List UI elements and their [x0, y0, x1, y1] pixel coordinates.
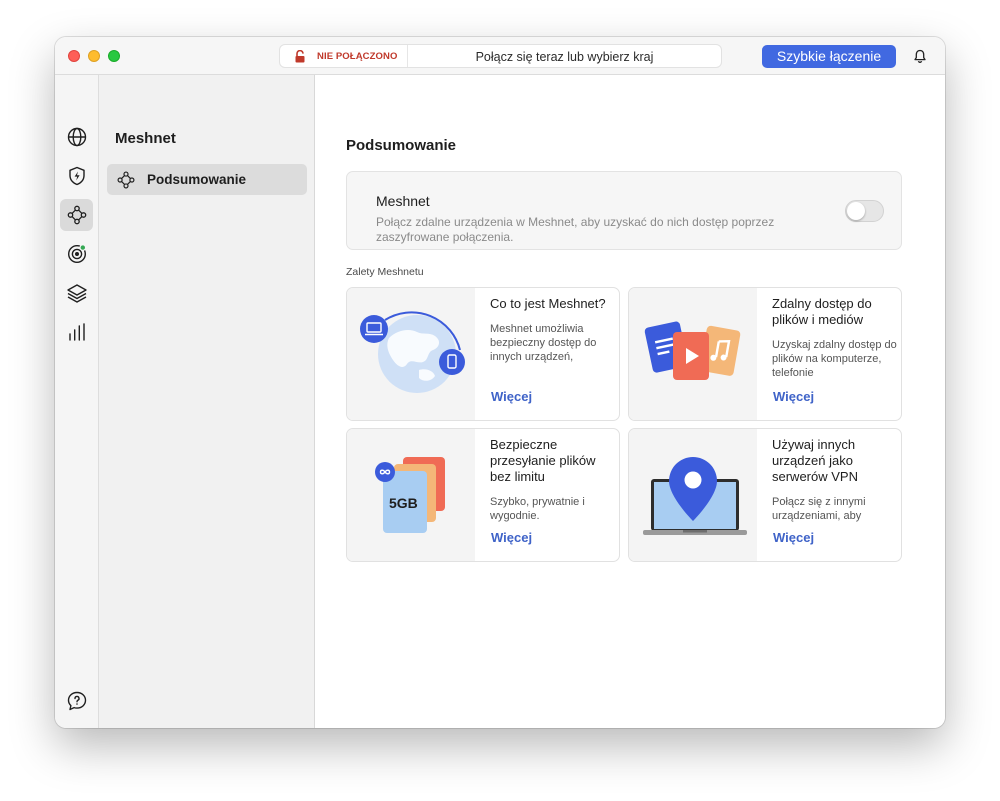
- feature-description: Połącz się z innymi urządzeniami, aby: [772, 496, 866, 522]
- sidebar-title: Meshnet: [115, 130, 176, 147]
- more-link[interactable]: Więcej: [773, 530, 814, 545]
- laptop-pin-illustration: [643, 457, 747, 535]
- feature-title: Używaj innych urządzeń jako serwerów VPN: [772, 437, 858, 484]
- meshnet-toggle[interactable]: [845, 200, 884, 222]
- media-files-illustration: [644, 321, 741, 380]
- title-bar: NIE POŁĄCZONO Połącz się teraz lub wybie…: [55, 37, 945, 75]
- page-title: Podsumowanie: [346, 137, 457, 154]
- globe-icon: [67, 127, 86, 147]
- unlocked-lock-icon: [295, 50, 305, 63]
- meshnet-card-description: Połącz zdalne urządzenia w Meshnet, aby …: [376, 215, 775, 244]
- secondary-sidebar: Meshnet Podsumowanie: [99, 75, 315, 728]
- feature-card-remote-access[interactable]: Zdalny dostęp do plików i mediów Uzyskaj…: [628, 287, 902, 421]
- feature-text: Co to jest Meshnet? Meshnet umożliwia be…: [490, 296, 615, 364]
- app-window: NIE POŁĄCZONO Połącz się teraz lub wybie…: [55, 37, 945, 728]
- feature-text: Bezpieczne przesyłanie plików bez limitu…: [490, 437, 615, 523]
- more-link[interactable]: Więcej: [491, 389, 532, 404]
- feature-text: Zdalny dostęp do plików i mediów Uzyskaj…: [772, 296, 897, 380]
- minimize-window-button[interactable]: [88, 50, 100, 62]
- meshnet-icon: [117, 171, 135, 189]
- section-label: Zalety Meshnetu: [346, 266, 424, 278]
- meshnet-toggle-card: Meshnet Połącz zdalne urządzenia w Meshn…: [346, 171, 902, 250]
- feature-description: Szybko, prywatnie i wygodnie.: [490, 496, 585, 522]
- more-link[interactable]: Więcej: [491, 530, 532, 545]
- bell-icon[interactable]: [913, 49, 927, 64]
- connect-prompt[interactable]: Połącz się teraz lub wybierz kraj: [408, 50, 721, 64]
- quick-connect-button[interactable]: Szybkie łączenie: [762, 45, 896, 68]
- feature-description: Meshnet umożliwia bezpieczny dostęp do i…: [490, 323, 597, 363]
- toggle-knob: [847, 202, 865, 220]
- feature-description: Uzyskaj zdalny dostęp do plików na kompu…: [772, 339, 897, 379]
- rail-help-button[interactable]: [60, 685, 93, 717]
- main-content: Podsumowanie Meshnet Połącz zdalne urząd…: [316, 75, 945, 728]
- sidebar-item-summary[interactable]: Podsumowanie: [107, 164, 307, 195]
- maximize-window-button[interactable]: [108, 50, 120, 62]
- stats-icon: [68, 323, 85, 341]
- feature-card-file-transfer[interactable]: 5GB Bezpieczne przesyłanie plików bez li…: [346, 428, 620, 562]
- layers-icon: [66, 284, 87, 303]
- feature-image: [629, 429, 757, 561]
- more-link[interactable]: Więcej: [773, 389, 814, 404]
- connection-status: NIE POŁĄCZONO: [317, 51, 398, 62]
- sidebar-item-label: Podsumowanie: [147, 172, 247, 187]
- feature-title: Co to jest Meshnet?: [490, 296, 606, 311]
- file-size-label: 5GB: [389, 495, 418, 511]
- meshnet-icon: [67, 205, 86, 225]
- help-icon: [67, 691, 86, 711]
- feature-image: 5GB: [347, 429, 475, 561]
- close-window-button[interactable]: [68, 50, 80, 62]
- globe-devices-illustration: [360, 311, 465, 393]
- rail-settings-button[interactable]: [60, 725, 93, 728]
- feature-text: Używaj innych urządzeń jako serwerów VPN…: [772, 437, 897, 523]
- target-icon: [67, 244, 86, 264]
- feature-title: Zdalny dostęp do plików i mediów: [772, 296, 872, 327]
- rail-globe-button[interactable]: [60, 121, 93, 153]
- feature-card-what-is-meshnet[interactable]: Co to jest Meshnet? Meshnet umożliwia be…: [346, 287, 620, 421]
- rail-meshnet-button[interactable]: [60, 199, 93, 231]
- feature-image: [347, 288, 475, 420]
- icon-rail: [55, 75, 99, 728]
- connection-status-bar[interactable]: NIE POŁĄCZONO Połącz się teraz lub wybie…: [279, 44, 722, 68]
- feature-title: Bezpieczne przesyłanie plików bez limitu: [490, 437, 596, 484]
- feature-card-vpn-servers[interactable]: Używaj innych urządzeń jako serwerów VPN…: [628, 428, 902, 562]
- rail-split-tunneling-button[interactable]: [60, 277, 93, 309]
- feature-image: [629, 288, 757, 420]
- meshnet-card-title: Meshnet: [376, 193, 430, 209]
- rail-dark-web-monitor-button[interactable]: [60, 238, 93, 270]
- rail-statistics-button[interactable]: [60, 316, 93, 348]
- rail-threat-protection-button[interactable]: [60, 160, 93, 192]
- shield-bolt-icon: [68, 166, 85, 186]
